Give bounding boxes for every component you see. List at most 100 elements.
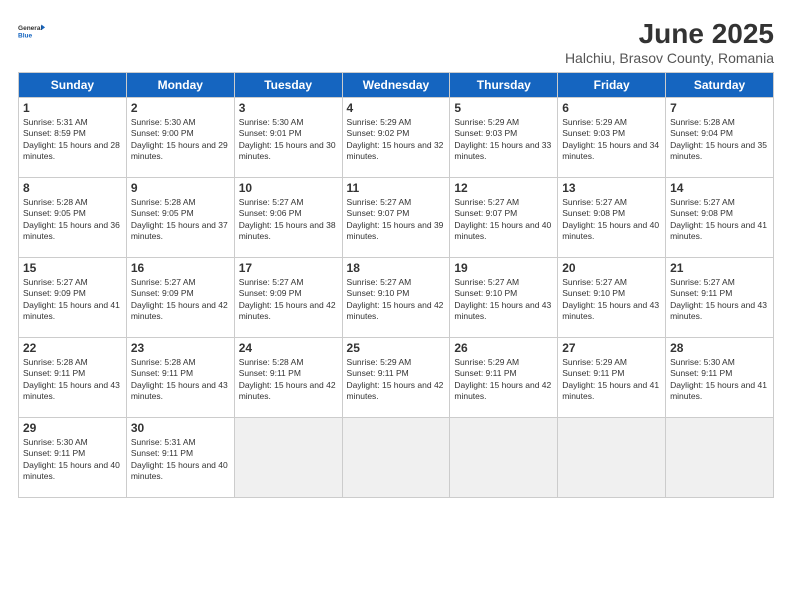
day-number: 18 bbox=[347, 261, 446, 275]
table-cell: 21Sunrise: 5:27 AMSunset: 9:11 PMDayligh… bbox=[666, 258, 774, 338]
table-row: 8Sunrise: 5:28 AMSunset: 9:05 PMDaylight… bbox=[19, 178, 774, 258]
day-number: 19 bbox=[454, 261, 553, 275]
table-cell: 25 Sunrise: 5:29 AMSunset: 9:11 PMDayligh… bbox=[342, 338, 450, 418]
cell-details: Sunrise: 5:27 AMSunset: 9:06 PMDaylight:… bbox=[239, 197, 338, 243]
cell-details: Sunrise: 5:30 AMSunset: 9:11 PMDaylight:… bbox=[670, 357, 769, 403]
header-row-days: Sunday Monday Tuesday Wednesday Thursday… bbox=[19, 73, 774, 98]
col-thursday: Thursday bbox=[450, 73, 558, 98]
day-number: 21 bbox=[670, 261, 769, 275]
table-cell: 1 Sunrise: 5:31 AMSunset: 8:59 PMDaylight… bbox=[19, 98, 127, 178]
day-number: 3 bbox=[239, 101, 338, 115]
table-cell: 28 Sunrise: 5:30 AMSunset: 9:11 PMDayligh… bbox=[666, 338, 774, 418]
table-cell: 2Sunrise: 5:30 AMSunset: 9:00 PMDaylight… bbox=[126, 98, 234, 178]
table-cell: 10 Sunrise: 5:27 AMSunset: 9:06 PMDayligh… bbox=[234, 178, 342, 258]
cell-details: Sunrise: 5:28 AMSunset: 9:04 PMDaylight:… bbox=[670, 117, 769, 163]
cell-details: Sunrise: 5:27 AMSunset: 9:07 PMDaylight:… bbox=[347, 197, 446, 243]
day-number: 22 bbox=[23, 341, 122, 355]
table-cell: 3 Sunrise: 5:30 AMSunset: 9:01 PMDaylight… bbox=[234, 98, 342, 178]
day-number: 2 bbox=[131, 101, 230, 115]
cell-details: Sunrise: 5:27 AMSunset: 9:07 PMDaylight:… bbox=[454, 197, 553, 243]
table-cell: 5Sunrise: 5:29 AMSunset: 9:03 PMDaylight… bbox=[450, 98, 558, 178]
table-cell bbox=[450, 418, 558, 498]
cell-details: Sunrise: 5:27 AMSunset: 9:10 PMDaylight:… bbox=[347, 277, 446, 323]
day-number: 10 bbox=[239, 181, 338, 195]
day-number: 29 bbox=[23, 421, 122, 435]
cell-details: Sunrise: 5:27 AMSunset: 9:09 PMDaylight:… bbox=[239, 277, 338, 323]
svg-text:Blue: Blue bbox=[18, 33, 32, 40]
calendar-table: Sunday Monday Tuesday Wednesday Thursday… bbox=[18, 72, 774, 498]
main-title: June 2025 bbox=[565, 18, 774, 50]
cell-details: Sunrise: 5:29 AMSunset: 9:11 PMDaylight:… bbox=[347, 357, 446, 403]
cell-details: Sunrise: 5:27 AMSunset: 9:10 PMDaylight:… bbox=[454, 277, 553, 323]
cell-details: Sunrise: 5:27 AMSunset: 9:08 PMDaylight:… bbox=[670, 197, 769, 243]
table-cell: 24 Sunrise: 5:28 AMSunset: 9:11 PMDayligh… bbox=[234, 338, 342, 418]
table-cell: 22Sunrise: 5:28 AMSunset: 9:11 PMDayligh… bbox=[19, 338, 127, 418]
table-cell: 13 Sunrise: 5:27 AMSunset: 9:08 PMDayligh… bbox=[558, 178, 666, 258]
day-number: 16 bbox=[131, 261, 230, 275]
table-row: 1 Sunrise: 5:31 AMSunset: 8:59 PMDaylight… bbox=[19, 98, 774, 178]
table-cell: 12 Sunrise: 5:27 AMSunset: 9:07 PMDayligh… bbox=[450, 178, 558, 258]
day-number: 25 bbox=[347, 341, 446, 355]
table-cell: 26 Sunrise: 5:29 AMSunset: 9:11 PMDayligh… bbox=[450, 338, 558, 418]
cell-details: Sunrise: 5:27 AMSunset: 9:09 PMDaylight:… bbox=[23, 277, 122, 323]
cell-details: Sunrise: 5:29 AMSunset: 9:11 PMDaylight:… bbox=[454, 357, 553, 403]
day-number: 28 bbox=[670, 341, 769, 355]
cell-details: Sunrise: 5:28 AMSunset: 9:05 PMDaylight:… bbox=[23, 197, 122, 243]
day-number: 20 bbox=[562, 261, 661, 275]
day-number: 1 bbox=[23, 101, 122, 115]
table-cell: 30 Sunrise: 5:31 AMSunset: 9:11 PMDayligh… bbox=[126, 418, 234, 498]
cell-details: Sunrise: 5:31 AMSunset: 8:59 PMDaylight:… bbox=[23, 117, 122, 163]
table-cell: 11 Sunrise: 5:27 AMSunset: 9:07 PMDayligh… bbox=[342, 178, 450, 258]
cell-details: Sunrise: 5:27 AMSunset: 9:10 PMDaylight:… bbox=[562, 277, 661, 323]
cell-details: Sunrise: 5:27 AMSunset: 9:08 PMDaylight:… bbox=[562, 197, 661, 243]
day-number: 12 bbox=[454, 181, 553, 195]
logo-icon: GeneralBlue bbox=[18, 18, 46, 46]
table-row: 22 Sunrise: 5:28 AMSunset: 9:11 PMDayligh… bbox=[19, 338, 774, 418]
logo: GeneralBlue bbox=[18, 18, 50, 46]
col-saturday: Saturday bbox=[666, 73, 774, 98]
day-number: 24 bbox=[239, 341, 338, 355]
day-number: 15 bbox=[23, 261, 122, 275]
table-row: 15 Sunrise: 5:27 AMSunset: 9:09 PMDayligh… bbox=[19, 258, 774, 338]
day-number: 27 bbox=[562, 341, 661, 355]
day-number: 13 bbox=[562, 181, 661, 195]
cell-details: Sunrise: 5:29 AMSunset: 9:03 PMDaylight:… bbox=[562, 117, 661, 163]
col-wednesday: Wednesday bbox=[342, 73, 450, 98]
table-cell: 29Sunrise: 5:30 AMSunset: 9:11 PMDayligh… bbox=[19, 418, 127, 498]
day-number: 11 bbox=[347, 181, 446, 195]
table-cell: 7 Sunrise: 5:28 AMSunset: 9:04 PMDaylight… bbox=[666, 98, 774, 178]
col-tuesday: Tuesday bbox=[234, 73, 342, 98]
table-cell: 14Sunrise: 5:27 AMSunset: 9:08 PMDayligh… bbox=[666, 178, 774, 258]
col-friday: Friday bbox=[558, 73, 666, 98]
table-cell bbox=[342, 418, 450, 498]
cell-details: Sunrise: 5:29 AMSunset: 9:02 PMDaylight:… bbox=[347, 117, 446, 163]
table-row: 29Sunrise: 5:30 AMSunset: 9:11 PMDayligh… bbox=[19, 418, 774, 498]
day-number: 30 bbox=[131, 421, 230, 435]
table-cell bbox=[234, 418, 342, 498]
subtitle: Halchiu, Brasov County, Romania bbox=[565, 50, 774, 66]
table-cell bbox=[666, 418, 774, 498]
table-cell: 6Sunrise: 5:29 AMSunset: 9:03 PMDaylight… bbox=[558, 98, 666, 178]
day-number: 26 bbox=[454, 341, 553, 355]
day-number: 4 bbox=[347, 101, 446, 115]
table-cell bbox=[558, 418, 666, 498]
cell-details: Sunrise: 5:29 AMSunset: 9:11 PMDaylight:… bbox=[562, 357, 661, 403]
cell-details: Sunrise: 5:31 AMSunset: 9:11 PMDaylight:… bbox=[131, 437, 230, 483]
col-sunday: Sunday bbox=[19, 73, 127, 98]
day-number: 23 bbox=[131, 341, 230, 355]
table-cell: 27 Sunrise: 5:29 AMSunset: 9:11 PMDayligh… bbox=[558, 338, 666, 418]
col-monday: Monday bbox=[126, 73, 234, 98]
day-number: 7 bbox=[670, 101, 769, 115]
table-cell: 8Sunrise: 5:28 AMSunset: 9:05 PMDaylight… bbox=[19, 178, 127, 258]
table-cell: 15 Sunrise: 5:27 AMSunset: 9:09 PMDayligh… bbox=[19, 258, 127, 338]
table-cell: 9Sunrise: 5:28 AMSunset: 9:05 PMDaylight… bbox=[126, 178, 234, 258]
cell-details: Sunrise: 5:28 AMSunset: 9:11 PMDaylight:… bbox=[239, 357, 338, 403]
cell-details: Sunrise: 5:30 AMSunset: 9:01 PMDaylight:… bbox=[239, 117, 338, 163]
header-row: GeneralBlue June 2025 Halchiu, Brasov Co… bbox=[18, 18, 774, 66]
cell-details: Sunrise: 5:27 AMSunset: 9:09 PMDaylight:… bbox=[131, 277, 230, 323]
day-number: 5 bbox=[454, 101, 553, 115]
title-block: June 2025 Halchiu, Brasov County, Romani… bbox=[565, 18, 774, 66]
day-number: 17 bbox=[239, 261, 338, 275]
table-cell: 16 Sunrise: 5:27 AMSunset: 9:09 PMDayligh… bbox=[126, 258, 234, 338]
table-cell: 23Sunrise: 5:28 AMSunset: 9:11 PMDayligh… bbox=[126, 338, 234, 418]
